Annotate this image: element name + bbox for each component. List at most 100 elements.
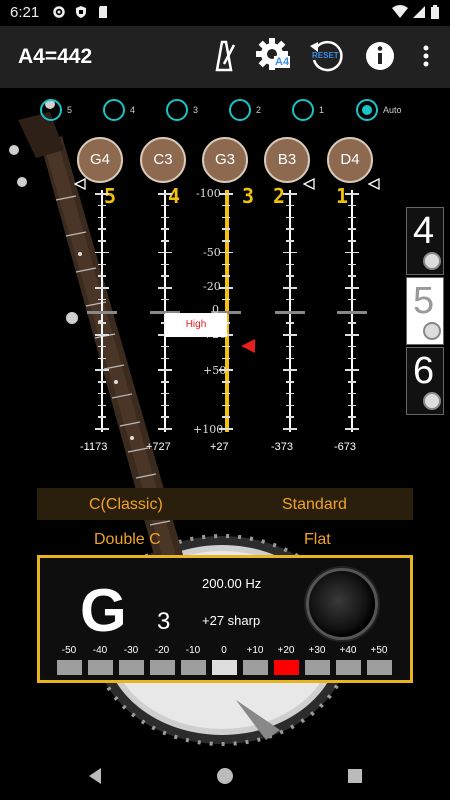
meter-tick [95,287,109,289]
meter-tick [222,204,230,207]
string-count-tab-4[interactable]: 4 [406,207,444,275]
string-number: 2 [273,184,286,208]
scale-label: +50 [203,364,227,377]
meter-tick [283,193,297,195]
led-segment [181,660,206,675]
meter-tick [222,263,230,265]
meter-tick [222,357,230,359]
shield-status-icon [76,6,86,18]
led-scale-label: +20 [277,645,295,656]
string-radio-label: 2 [256,105,262,115]
meter-tick [158,428,172,430]
overflow-menu-icon[interactable] [416,36,436,76]
meter-tick [158,251,172,254]
meter-tick [222,216,230,218]
calibration-settings-button[interactable]: A4 [254,36,294,76]
string-number: 1 [336,184,349,208]
info-icon[interactable] [362,38,398,74]
meter-tick [98,404,106,406]
reset-button[interactable]: RESET [306,36,346,76]
string-radio-auto[interactable] [356,99,378,121]
meter-tick [222,345,230,348]
calibration-title[interactable]: A4=442 [18,45,92,69]
signal-icon [413,6,425,18]
led-segment [150,660,175,675]
string-radio-5[interactable] [40,99,62,121]
string-radio-3[interactable] [166,99,188,121]
alt-tuning-type[interactable]: Flat [304,531,331,549]
meter-tick [161,240,169,242]
mini-banjo-icon [423,322,441,340]
meter-tick [345,251,359,254]
string-radio-label: 5 [67,105,73,115]
meter-tick [283,428,297,430]
meter-tick [348,357,356,359]
note-button-g4[interactable]: G4 [77,137,123,183]
home-icon[interactable] [215,766,235,786]
meter-tick [98,204,106,207]
tab-label: 6 [413,350,435,392]
meter-tick [98,345,106,348]
battery-icon [431,5,439,19]
recents-icon[interactable] [345,766,365,786]
led-scale-label: -40 [92,645,108,656]
meter-tick [95,193,109,195]
led-segment [367,660,392,675]
meter-tick [222,228,230,230]
high-indicator-label: High [165,313,227,337]
meter-tick [348,298,356,301]
meter-tick [98,216,106,218]
meter-tick [286,322,294,324]
meter-tick [98,263,106,265]
back-icon[interactable] [86,766,106,786]
scale-label: -50 [203,246,221,259]
alt-tuning-name[interactable]: Double C [94,531,161,549]
pitch-deviation: +27 sharp [202,613,261,628]
mini-banjo-icon [423,392,441,410]
meter-tick [87,310,117,314]
string-count-tab-6[interactable]: 6 [406,347,444,415]
note-button-b3[interactable]: B3 [264,137,310,183]
sound-button[interactable] [306,568,378,640]
led-segment [119,660,144,675]
triangle-marker-icon [74,178,86,190]
tuning-name[interactable]: C(Classic) [89,496,163,514]
meter-tick [161,416,169,418]
string-radio-2[interactable] [229,99,251,121]
meter-tick [348,240,356,242]
meter-tick [161,263,169,265]
string-radio-1[interactable] [292,99,314,121]
led-scale-labels: -50 -40 -30 -20 -10 0 +10 +20 +30 +40 +50 [54,645,400,657]
meter-tick [286,228,294,230]
cents-readout: -673 [334,441,357,453]
scale-label: +100 [193,423,224,436]
meter-tick [161,392,169,395]
meter-tick [286,240,294,242]
note-button-g3[interactable]: G3 [202,137,248,183]
string-radio-label: Auto [383,105,402,115]
meter-tick [95,428,109,430]
cents-readout: -1173 [80,441,108,453]
metronome-icon[interactable] [204,36,244,76]
detected-octave: 3 [157,608,171,635]
detected-note: G [80,577,127,644]
meter-tick [161,357,169,359]
string-count-tab-5[interactable]: 5 [406,277,444,345]
meter-tick [348,216,356,218]
meter-tick [286,263,294,265]
led-scale-label: -50 [61,645,77,656]
meter-tick [286,298,294,301]
triangle-marker-icon [303,178,315,190]
led-segment [336,660,361,675]
note-button-c3[interactable]: C3 [140,137,186,183]
meter-tick [283,369,297,371]
led-scale-label: +50 [370,645,388,656]
led-scale-label: +10 [246,645,264,656]
meter-tick [219,193,233,195]
note-button-d4[interactable]: D4 [327,137,373,183]
meter-tick [283,334,297,336]
string-radio-label: 3 [193,105,199,115]
string-radio-4[interactable] [103,99,125,121]
tuning-type[interactable]: Standard [282,496,347,514]
meter-tick [286,381,294,383]
